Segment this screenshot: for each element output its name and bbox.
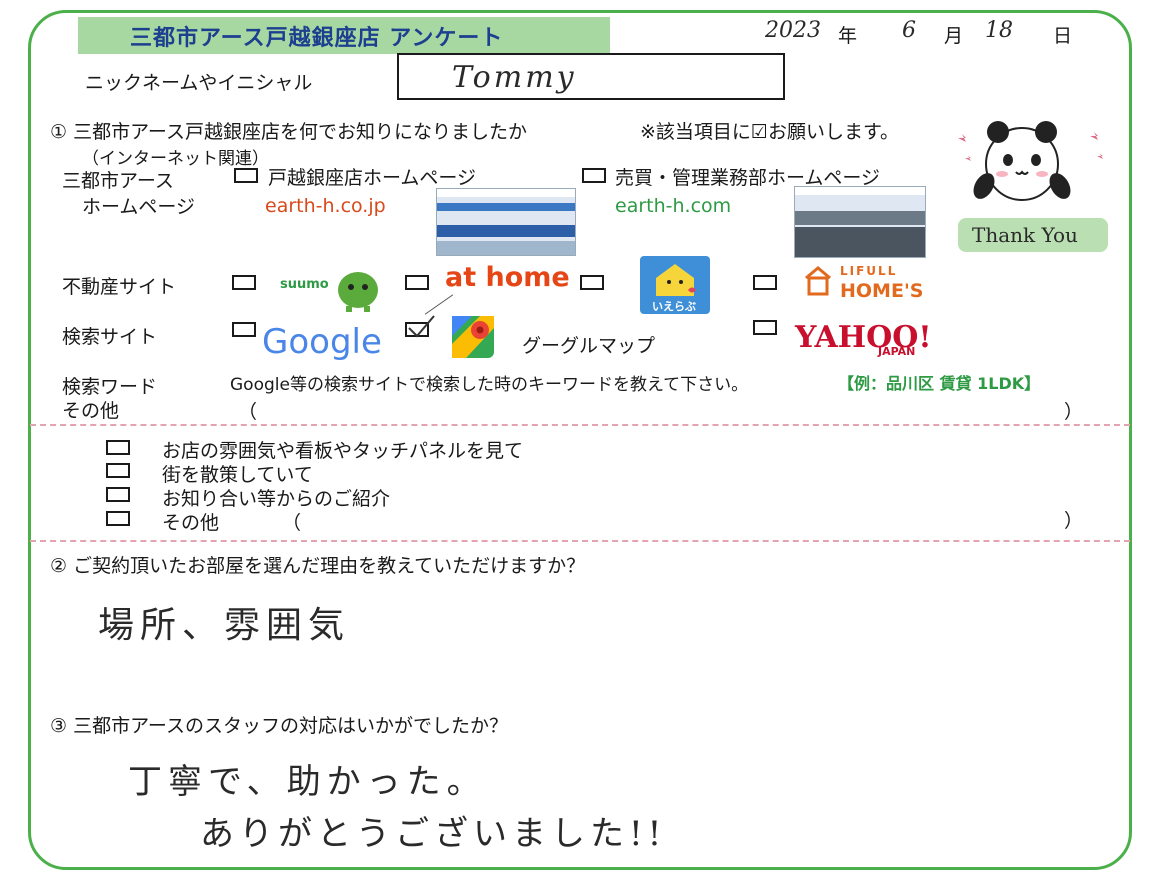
- search-label: 検索サイト: [62, 326, 158, 348]
- checkbox-athome[interactable]: [405, 275, 429, 290]
- google-logo: Google: [262, 322, 382, 362]
- q3-answer-line1[interactable]: 丁寧で、助かった。: [128, 754, 487, 803]
- divider-2: [30, 540, 1130, 542]
- date-day[interactable]: 18: [985, 18, 1013, 43]
- date-month[interactable]: 6: [902, 18, 916, 43]
- googlemap-label: グーグルマップ: [522, 335, 656, 357]
- homes-house-icon: [805, 266, 831, 296]
- checkbox-google[interactable]: [232, 322, 256, 337]
- other-open-paren: （: [282, 512, 302, 534]
- checkbox-baibai-hp[interactable]: [582, 168, 606, 183]
- checkbox-walking[interactable]: [106, 463, 130, 478]
- checkbox-suumo[interactable]: [232, 275, 256, 290]
- keyword-open-paren: （: [238, 401, 258, 423]
- yahoo-japan-text: JAPAN: [878, 345, 916, 358]
- ieurabu-logo-text: いえらぶ: [652, 300, 696, 313]
- nickname-label: ニックネームやイニシャル: [85, 72, 313, 94]
- survey-title: 三都市アース戸越銀座店 アンケート: [130, 26, 504, 51]
- checkbox-yahoo[interactable]: [753, 320, 777, 335]
- checkbox-homes[interactable]: [753, 275, 777, 290]
- nickname-value: Tommy: [452, 60, 577, 95]
- panda-illustration: [958, 121, 1103, 201]
- keyword-close-paren: ）: [1064, 401, 1084, 423]
- day-label: 日: [1053, 25, 1073, 47]
- homepage-label-2: ホームページ: [82, 196, 196, 218]
- suumo-logo: suumo: [280, 277, 329, 292]
- baibai-hp-thumbnail: [794, 186, 926, 258]
- year-label: 年: [838, 25, 858, 47]
- checkbox-referral[interactable]: [106, 487, 130, 502]
- divider-1: [30, 424, 1130, 426]
- homes-logo-text: HOME'S: [840, 280, 924, 302]
- googlemap-checkmark-icon: [408, 315, 435, 338]
- google-maps-icon: [452, 316, 494, 358]
- other-label: その他: [62, 400, 120, 422]
- url-baibai[interactable]: earth-h.com: [615, 195, 731, 217]
- checkbox-other[interactable]: [106, 511, 130, 526]
- month-label: 月: [944, 25, 964, 47]
- keyword-label: 検索ワード: [62, 376, 158, 398]
- togoshi-hp-thumbnail: [436, 188, 576, 256]
- q1-note: ※該当項目に☑お願いします。: [640, 121, 900, 143]
- homepage-label-1: 三都市アース: [62, 170, 174, 192]
- checkbox-togoshi-hp[interactable]: [234, 168, 258, 183]
- offline-option-1: お店の雰囲気や看板やタッチパネルを見て: [162, 440, 524, 462]
- ieurabu-house-icon: [656, 264, 696, 296]
- q1-question: ① 三都市アース戸越銀座店を何でお知りになりましたか: [50, 121, 527, 143]
- thank-you-text: Thank You: [972, 223, 1078, 247]
- athome-logo: at home: [445, 262, 570, 293]
- q2-answer[interactable]: 場所、雰囲気: [98, 596, 350, 648]
- lifull-logo-text: LIFULL: [840, 264, 898, 278]
- q2-question: ② ご契約頂いたお部屋を選んだ理由を教えていただけますか？: [50, 555, 586, 577]
- q3-answer-line2[interactable]: ありがとうございました!!: [200, 806, 666, 855]
- url-togoshi[interactable]: earth-h.co.jp: [265, 195, 386, 217]
- checkbox-ieurabu[interactable]: [580, 275, 604, 290]
- keyword-example: 【例：品川区 賃貸 1LDK】: [838, 374, 1041, 393]
- suumo-mascot-icon: [338, 272, 378, 312]
- other-close-paren: ）: [1064, 510, 1084, 532]
- offline-option-2: 街を散策していて: [162, 464, 313, 486]
- option-togoshi-hp: 戸越銀座店ホームページ: [268, 167, 477, 189]
- checkbox-store-atmosphere[interactable]: [106, 440, 130, 455]
- realestate-label: 不動産サイト: [62, 276, 177, 298]
- offline-option-3: お知り合い等からのご紹介: [162, 488, 391, 510]
- q3-question: ③ 三都市アースのスタッフの対応はいかがでしたか？: [50, 715, 508, 737]
- offline-option-4: その他: [162, 512, 220, 534]
- keyword-prompt: Google等の検索サイトで検索した時のキーワードを教えて下さい。: [230, 375, 749, 395]
- date-year[interactable]: 2023: [765, 18, 821, 43]
